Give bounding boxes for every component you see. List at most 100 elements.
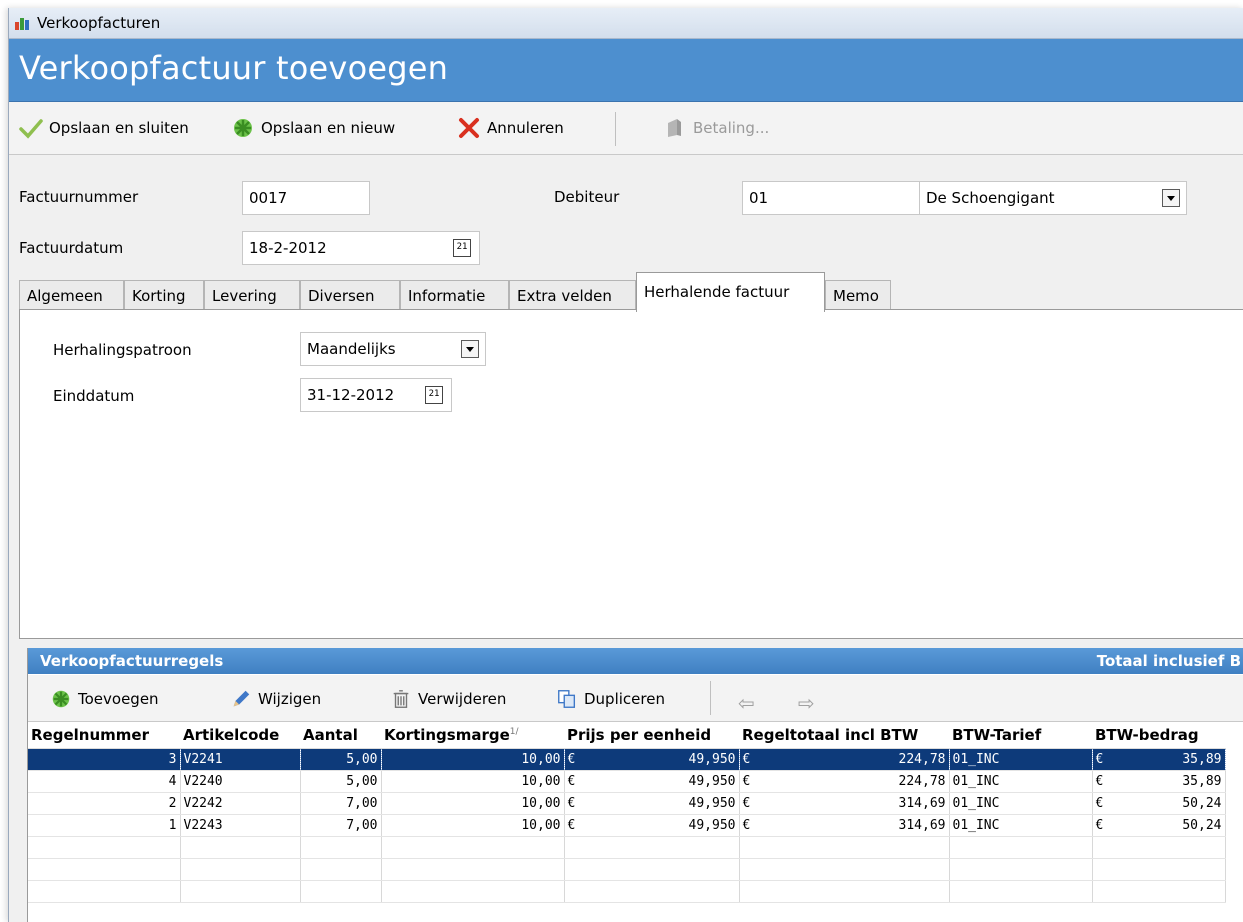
end-date-field[interactable]: 31-12-2012 21 bbox=[300, 378, 452, 412]
column-header[interactable]: Prijs per eenheid bbox=[564, 722, 739, 749]
cell-vat-amount[interactable]: €35,89 bbox=[1092, 748, 1226, 771]
table-row[interactable]: 2 V2242 7,00 10,00 €49,950 €314,69 01_IN… bbox=[28, 792, 1226, 815]
recurrence-pattern-label: Herhalingspatroon bbox=[53, 341, 192, 359]
main-toolbar: Opslaan en sluiten Opslaan en nieuw Annu… bbox=[9, 102, 1243, 155]
currency-symbol: € bbox=[742, 774, 751, 789]
payment-button[interactable]: Betaling... bbox=[663, 114, 769, 142]
currency-symbol: € bbox=[567, 774, 576, 789]
cell-quantity[interactable]: 5,00 bbox=[300, 748, 382, 771]
cell-vat-rate[interactable]: 01_INC bbox=[949, 770, 1093, 793]
cell-quantity[interactable]: 5,00 bbox=[300, 770, 382, 793]
debtor-name-select[interactable]: De Schoengigant bbox=[919, 181, 1187, 215]
calendar-icon[interactable]: 21 bbox=[425, 386, 443, 404]
duplicate-icon bbox=[558, 690, 576, 708]
cell-line-total[interactable]: €314,69 bbox=[739, 792, 950, 815]
cell-line-number[interactable]: 2 bbox=[28, 792, 181, 815]
tab-algemeen[interactable]: Algemeen bbox=[19, 280, 124, 310]
cell-discount[interactable]: 10,00 bbox=[381, 770, 565, 793]
invoice-lines-body: 3 V2241 5,00 10,00 €49,950 €224,78 01_IN… bbox=[28, 748, 1226, 903]
currency-symbol: € bbox=[742, 752, 751, 767]
cell-line-total[interactable]: €224,78 bbox=[739, 770, 950, 793]
debtor-code-field[interactable]: 01 bbox=[742, 181, 920, 215]
column-header[interactable]: Regelnummer bbox=[28, 722, 180, 749]
column-header[interactable]: Artikelcode bbox=[180, 722, 300, 749]
cell-article-code[interactable]: V2241 bbox=[180, 748, 301, 771]
tab-extra-velden[interactable]: Extra velden bbox=[509, 280, 636, 310]
cell-vat-rate[interactable]: 01_INC bbox=[949, 748, 1093, 771]
column-header[interactable]: Regeltotaal incl BTW bbox=[739, 722, 949, 749]
calendar-icon[interactable]: 21 bbox=[453, 239, 471, 257]
chevron-down-icon[interactable] bbox=[461, 340, 479, 358]
duplicate-line-button[interactable]: Dupliceren bbox=[556, 687, 665, 711]
tab-korting[interactable]: Korting bbox=[124, 280, 204, 310]
invoice-lines-section: Verkoopfactuurregels Totaal inclusief B … bbox=[27, 648, 1243, 922]
cell-article-code[interactable]: V2243 bbox=[180, 814, 301, 837]
vat-amount-value: 50,24 bbox=[1182, 818, 1222, 833]
currency-symbol: € bbox=[567, 752, 576, 767]
duplicate-line-label: Dupliceren bbox=[584, 690, 665, 708]
add-line-button[interactable]: Toevoegen bbox=[50, 687, 159, 711]
column-header[interactable]: BTW-bedrag bbox=[1092, 722, 1225, 749]
vat-amount-value: 35,89 bbox=[1182, 752, 1222, 767]
edit-line-button[interactable]: Wijzigen bbox=[230, 687, 321, 711]
invoice-number-field[interactable]: 0017 bbox=[242, 181, 370, 215]
cell-unit-price[interactable]: €49,950 bbox=[564, 792, 740, 815]
cell-quantity[interactable]: 7,00 bbox=[300, 814, 382, 837]
cell-vat-amount[interactable]: €50,24 bbox=[1092, 814, 1226, 837]
cell-unit-price[interactable]: €49,950 bbox=[564, 748, 740, 771]
cell-line-number[interactable]: 3 bbox=[28, 748, 181, 771]
cell-discount[interactable]: 10,00 bbox=[381, 814, 565, 837]
cell-vat-rate[interactable]: 01_INC bbox=[949, 814, 1093, 837]
column-header-sorted[interactable]: Kortingsmarge1/ bbox=[381, 722, 564, 749]
cell-discount[interactable]: 10,00 bbox=[381, 792, 565, 815]
page-header: Verkoopfactuur toevoegen bbox=[9, 39, 1243, 102]
pencil-icon bbox=[233, 690, 250, 707]
table-row[interactable]: 1 V2243 7,00 10,00 €49,950 €314,69 01_IN… bbox=[28, 814, 1226, 837]
cancel-label: Annuleren bbox=[487, 119, 564, 137]
cell-unit-price[interactable]: €49,950 bbox=[564, 814, 740, 837]
tab-memo[interactable]: Memo bbox=[825, 280, 891, 310]
tab-informatie[interactable]: Informatie bbox=[400, 280, 509, 310]
recurrence-pattern-select[interactable]: Maandelijks bbox=[300, 332, 486, 366]
cell-article-code[interactable]: V2240 bbox=[180, 770, 301, 793]
cancel-x-icon bbox=[459, 118, 479, 138]
vat-amount-value: 50,24 bbox=[1182, 796, 1222, 811]
column-header[interactable]: BTW-Tarief bbox=[949, 722, 1092, 749]
add-star-icon bbox=[234, 119, 252, 137]
cell-vat-amount[interactable]: €50,24 bbox=[1092, 792, 1226, 815]
arrow-right-icon[interactable]: ⇨ bbox=[798, 691, 815, 715]
cell-unit-price[interactable]: €49,950 bbox=[564, 770, 740, 793]
checkmark-icon bbox=[19, 119, 43, 139]
toolbar-separator bbox=[615, 112, 616, 146]
tab-diversen[interactable]: Diversen bbox=[300, 280, 400, 310]
cell-article-code[interactable]: V2242 bbox=[180, 792, 301, 815]
cell-line-total[interactable]: €314,69 bbox=[739, 814, 950, 837]
currency-symbol: € bbox=[1095, 818, 1104, 833]
payment-label: Betaling... bbox=[693, 119, 770, 137]
cell-line-number[interactable]: 4 bbox=[28, 770, 181, 793]
cell-vat-amount[interactable]: €35,89 bbox=[1092, 770, 1226, 793]
cell-vat-rate[interactable]: 01_INC bbox=[949, 792, 1093, 815]
delete-line-button[interactable]: Verwijderen bbox=[390, 687, 506, 711]
save-new-label: Opslaan en nieuw bbox=[261, 119, 396, 137]
save-new-button[interactable]: Opslaan en nieuw bbox=[231, 114, 395, 142]
currency-symbol: € bbox=[742, 818, 751, 833]
cell-line-number[interactable]: 1 bbox=[28, 814, 181, 837]
tab-herhalende-factuur[interactable]: Herhalende factuur bbox=[636, 272, 825, 312]
tab-levering[interactable]: Levering bbox=[204, 280, 300, 310]
cell-discount[interactable]: 10,00 bbox=[381, 748, 565, 771]
table-row-selected[interactable]: 3 V2241 5,00 10,00 €49,950 €224,78 01_IN… bbox=[28, 748, 1226, 771]
invoice-lines-table: Regelnummer Artikelcode Aantal Kortingsm… bbox=[28, 722, 1226, 903]
currency-symbol: € bbox=[1095, 752, 1104, 767]
save-close-button[interactable]: Opslaan en sluiten bbox=[19, 114, 189, 142]
cancel-button[interactable]: Annuleren bbox=[457, 114, 564, 142]
save-close-label: Opslaan en sluiten bbox=[49, 119, 189, 137]
cell-line-total[interactable]: €224,78 bbox=[739, 748, 950, 771]
arrow-left-icon[interactable]: ⇦ bbox=[738, 691, 755, 715]
cell-quantity[interactable]: 7,00 bbox=[300, 792, 382, 815]
chevron-down-icon[interactable] bbox=[1162, 189, 1180, 207]
table-row[interactable]: 4 V2240 5,00 10,00 €49,950 €224,78 01_IN… bbox=[28, 770, 1226, 793]
column-header[interactable]: Aantal bbox=[300, 722, 381, 749]
invoice-date-field[interactable]: 18-2-2012 21 bbox=[242, 231, 480, 265]
invoice-date-label: Factuurdatum bbox=[19, 239, 124, 257]
